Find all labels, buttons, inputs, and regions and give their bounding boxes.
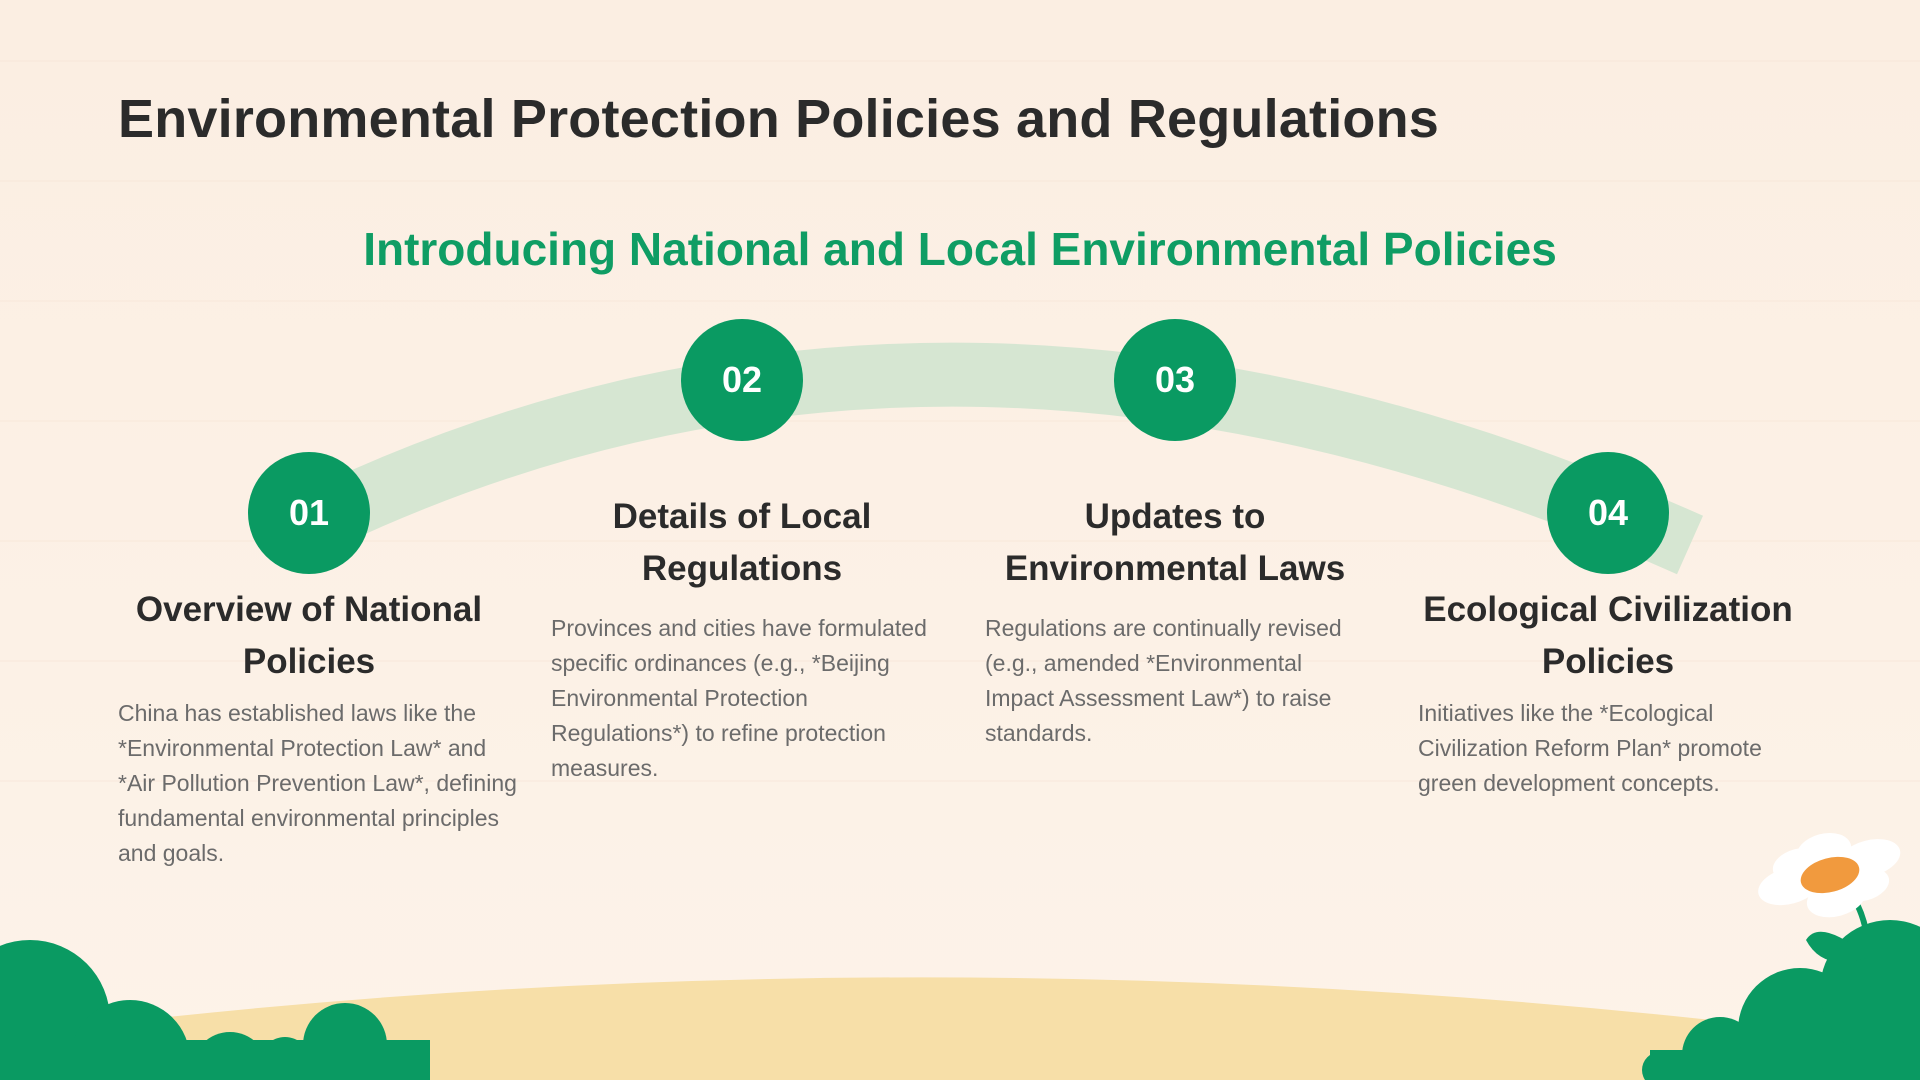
- step-number-badge: 03: [1114, 319, 1236, 441]
- right-bush-icon: [1642, 920, 1920, 1080]
- step-heading: Overview of National Policies: [135, 590, 483, 681]
- step-number-badge: 01: [248, 452, 370, 574]
- step-description: Provinces and cities have formulated spe…: [551, 615, 927, 781]
- step-heading: Ecological Civilization Policies: [1423, 590, 1793, 681]
- subtitle: Introducing National and Local Environme…: [363, 223, 1557, 275]
- slide: Environmental Protection Policies and Re…: [0, 0, 1920, 1080]
- page-title: Environmental Protection Policies and Re…: [118, 89, 1440, 149]
- step-number-badge: 04: [1547, 452, 1669, 574]
- step-description: Regulations are continually revised (e.g…: [985, 615, 1342, 746]
- step-description: Initiatives like the *Ecological Civiliz…: [1418, 700, 1762, 796]
- step-description: China has established laws like the *Env…: [118, 700, 517, 866]
- bush-icon: [0, 940, 430, 1080]
- step-number-badge: 02: [681, 319, 803, 441]
- step-heading: Details of Local Regulations: [612, 497, 872, 588]
- step-heading: Updates to Environmental Laws: [1004, 497, 1346, 588]
